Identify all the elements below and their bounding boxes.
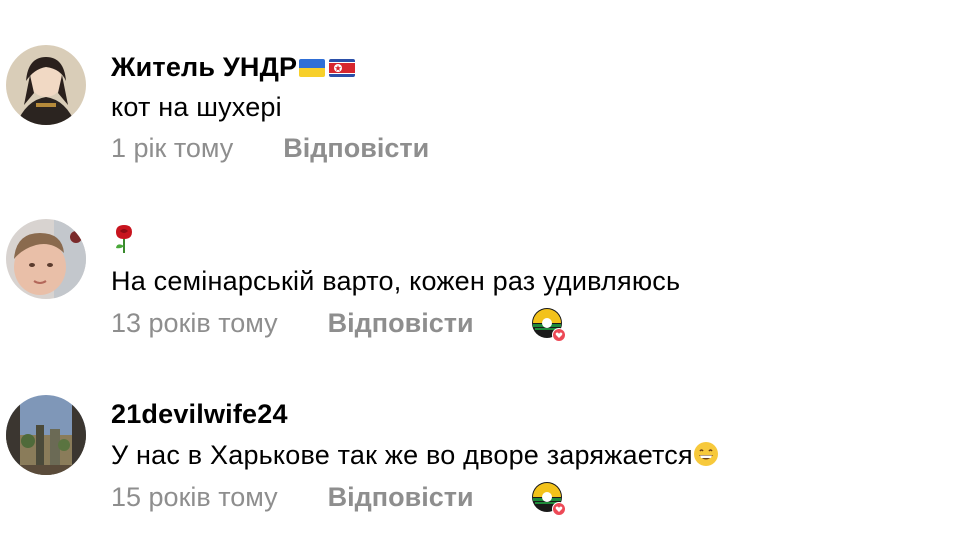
north-korea-flag-icon [329, 58, 356, 77]
comment-timestamp: 15 років тому [111, 482, 278, 512]
grinning-face-icon [693, 441, 719, 467]
comment-meta: 1 рік тому Відповісти [111, 133, 429, 164]
comment-timestamp: 13 років тому [111, 308, 278, 338]
creator-liked-badge [531, 481, 567, 517]
reply-button[interactable]: Відповісти [328, 482, 474, 513]
comment-text: На семінарській варто, кожен раз удивляю… [111, 266, 681, 296]
reply-button[interactable]: Відповісти [328, 308, 474, 339]
avatar[interactable] [6, 395, 86, 475]
avatar[interactable] [6, 219, 86, 299]
reply-button[interactable]: Відповісти [283, 133, 429, 164]
avatar[interactable] [6, 45, 86, 125]
comment-author[interactable]: Житель УНДР [111, 52, 356, 83]
comment-text: У нас в Харькове так же во дворе заряжае… [111, 440, 719, 471]
comment-meta: 13 років тому Відповісти [111, 308, 474, 339]
comment-author[interactable]: 🌹 [111, 224, 137, 254]
comment-text: кот на шухері [111, 92, 282, 122]
comment-timestamp: 1 рік тому [111, 133, 234, 163]
comment-meta: 15 років тому Відповісти [111, 482, 474, 513]
rose-icon [111, 224, 137, 254]
creator-liked-badge [531, 307, 567, 343]
ukraine-flag-icon [299, 58, 326, 77]
comment-author[interactable]: 21devilwife24 [111, 399, 288, 430]
